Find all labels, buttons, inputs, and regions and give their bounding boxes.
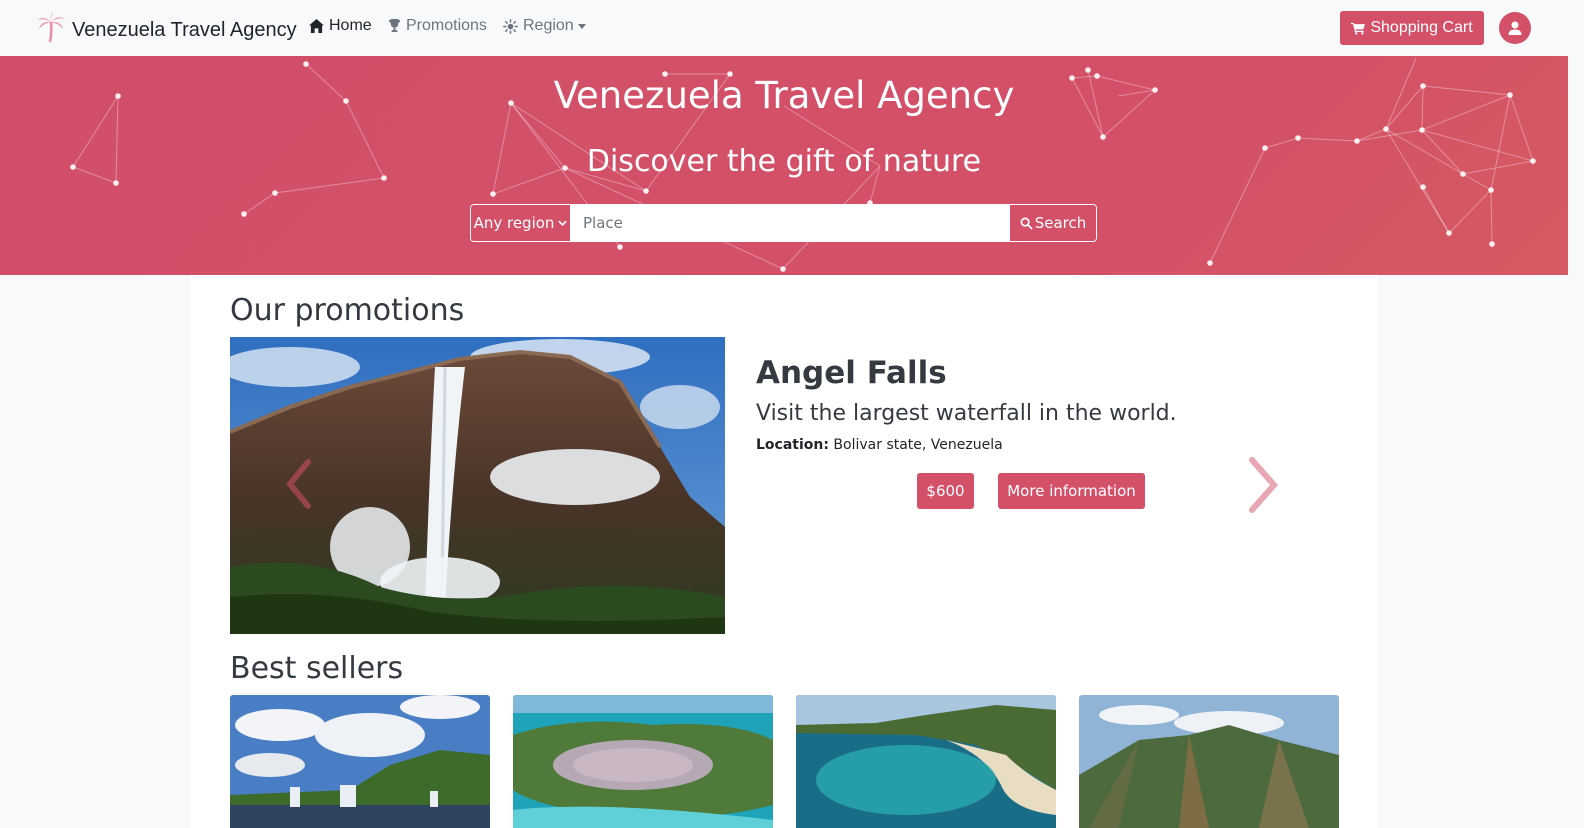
more-information-button[interactable]: More information [998, 473, 1145, 509]
best-seller-card-2[interactable] [513, 695, 773, 828]
promo-description: Visit the largest waterfall in the world… [756, 401, 1177, 426]
region-select[interactable]: Any region [471, 205, 571, 241]
navbar: Venezuela Travel Agency Home Promotions [0, 0, 1568, 56]
canaima-lagoon-photo [230, 695, 490, 828]
place-search-input[interactable] [571, 205, 1009, 241]
search-bar: Any region Search [470, 204, 1097, 242]
caribbean-island-photo [513, 695, 773, 828]
chevron-down-icon [558, 220, 568, 226]
nav-region-label: Region [523, 17, 574, 34]
user-icon [1507, 20, 1523, 36]
mountain-range-photo [1079, 695, 1339, 828]
beach-bay-photo [796, 695, 1056, 828]
search-button-label: Search [1034, 214, 1087, 232]
search-button[interactable]: Search [1009, 205, 1096, 241]
sun-icon [503, 18, 518, 34]
cart-icon [1351, 22, 1366, 35]
best-seller-card-3[interactable] [796, 695, 1056, 828]
nav-promotions[interactable]: Promotions [388, 17, 487, 35]
hero-banner: Venezuela Travel Agency Discover the gif… [0, 56, 1568, 275]
hero-title: Venezuela Travel Agency [553, 74, 1015, 117]
promo-location: Location: Bolivar state, Venezuela [756, 437, 1003, 453]
brand-link[interactable]: Venezuela Travel Agency [36, 12, 297, 48]
hero-subtitle: Discover the gift of nature [586, 144, 982, 179]
trophy-icon [388, 19, 401, 33]
palm-tree-icon [36, 12, 66, 48]
user-account-button[interactable] [1499, 12, 1531, 44]
search-icon [1020, 217, 1033, 230]
nav-promotions-label: Promotions [406, 17, 487, 34]
promo-location-label: Location: [756, 437, 829, 453]
more-information-label: More information [1007, 482, 1136, 500]
best-seller-card-4[interactable] [1079, 695, 1339, 828]
best-sellers-heading: Best sellers [230, 651, 404, 686]
main-content: Our promotions Angel Falls Visit the lar… [190, 275, 1378, 828]
brand-name: Venezuela Travel Agency [72, 18, 297, 41]
region-select-value: Any region [473, 214, 555, 232]
nav-region-dropdown[interactable]: Region [503, 17, 586, 35]
promo-price: $600 [926, 482, 965, 500]
promo-location-value: Bolivar state, Venezuela [833, 437, 1003, 453]
shopping-cart-label: Shopping Cart [1370, 19, 1473, 36]
home-icon [309, 19, 324, 33]
nav-home-label: Home [329, 17, 372, 34]
shopping-cart-button[interactable]: Shopping Cart [1340, 11, 1484, 45]
carousel-prev-chevron-icon[interactable] [286, 458, 312, 514]
promo-price-button[interactable]: $600 [917, 473, 974, 509]
promotions-heading: Our promotions [230, 293, 465, 328]
best-seller-card-1[interactable] [230, 695, 490, 828]
nav-home[interactable]: Home [309, 17, 372, 35]
carousel-next-chevron-icon[interactable] [1244, 456, 1280, 518]
caret-down-icon [577, 23, 586, 29]
promo-title: Angel Falls [756, 355, 947, 391]
